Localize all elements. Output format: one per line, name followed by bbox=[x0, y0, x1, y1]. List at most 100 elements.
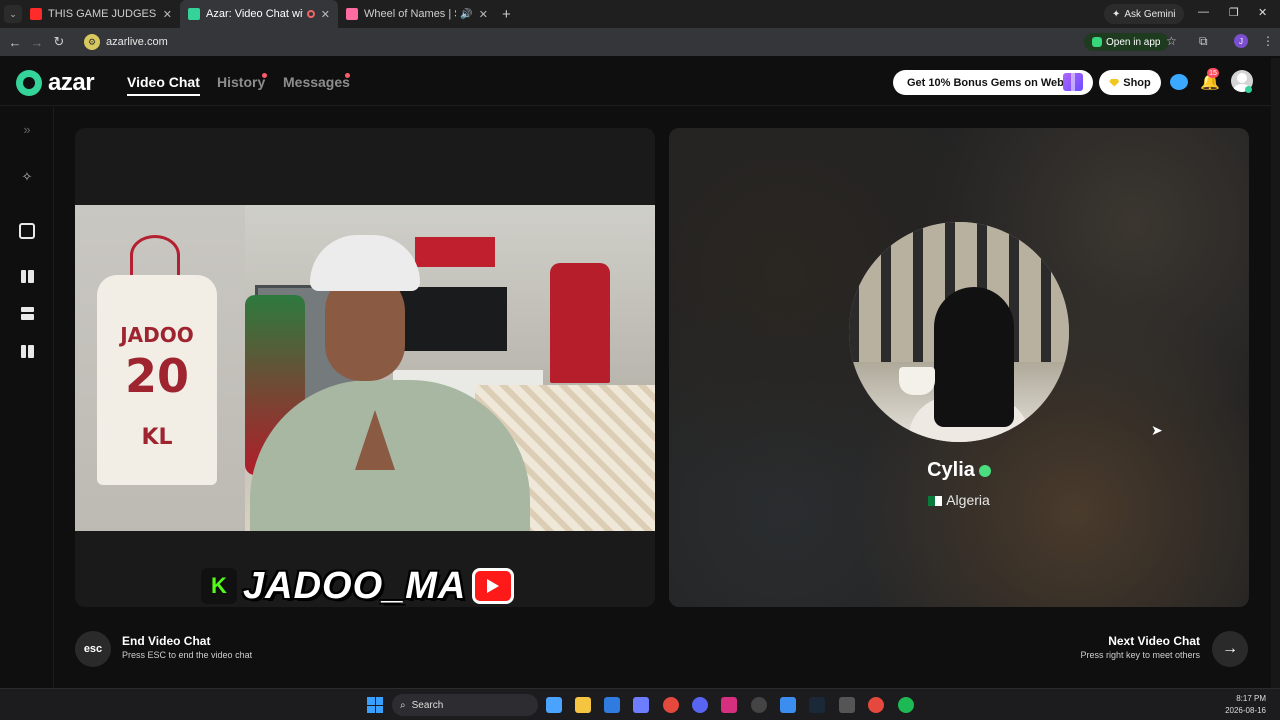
end-video-chat-button[interactable]: esc bbox=[75, 631, 111, 667]
left-sidebar: » ✧ bbox=[0, 107, 54, 688]
gem-icon bbox=[1109, 78, 1120, 87]
outlook-icon[interactable] bbox=[604, 697, 620, 713]
app-icon[interactable] bbox=[780, 697, 796, 713]
browser-menu-icon[interactable]: ⋮ bbox=[1262, 34, 1274, 48]
mouse-cursor-icon: ➤ bbox=[1151, 422, 1163, 438]
close-tab-icon[interactable]: ✕ bbox=[163, 8, 172, 21]
system-clock[interactable]: 8:17 PM 2026-08-16 bbox=[1225, 693, 1266, 717]
bonus-gems-button[interactable]: Get 10% Bonus Gems on Web! bbox=[893, 70, 1093, 95]
browser-tab-azar[interactable]: Azar: Video Chat with New ✕ bbox=[180, 0, 338, 28]
self-camera-feed: JADOO 20 KL bbox=[75, 205, 655, 531]
app-icon bbox=[1092, 37, 1102, 47]
url-text[interactable]: azarlive.com bbox=[106, 36, 168, 48]
taskbar-search[interactable]: ⌕ Search bbox=[392, 694, 538, 716]
nav-messages[interactable]: Messages bbox=[283, 74, 350, 90]
peer-name: Cylia bbox=[927, 459, 975, 481]
windows-taskbar: ⌕ Search 8:17 PM 2026-08-16 bbox=[0, 688, 1280, 720]
notification-count-badge: 15 bbox=[1207, 68, 1219, 78]
algeria-flag-icon bbox=[928, 496, 943, 507]
peer-name-row: Cylia bbox=[669, 459, 1249, 482]
tab-search-dropdown-icon[interactable]: ⌄ bbox=[4, 5, 22, 23]
widgets-icon[interactable] bbox=[546, 697, 562, 713]
nav-video-chat[interactable]: Video Chat bbox=[127, 74, 200, 96]
bonus-gems-label: Get 10% Bonus Gems on Web! bbox=[907, 76, 1068, 89]
verified-badge-icon bbox=[978, 464, 991, 477]
next-video-chat-title[interactable]: Next Video Chat bbox=[1108, 634, 1200, 648]
app-icon[interactable] bbox=[839, 697, 855, 713]
azar-logo[interactable]: azar bbox=[16, 69, 95, 97]
browser-tab-wheel-of-names[interactable]: Wheel of Names | Sélecteur 🔊 ✕ bbox=[338, 0, 496, 28]
nav-history[interactable]: History bbox=[217, 74, 265, 90]
store-icon[interactable] bbox=[633, 697, 649, 713]
extensions-puzzle-icon[interactable]: ⧉ bbox=[1199, 34, 1208, 49]
azar-logo-icon bbox=[16, 70, 42, 96]
magic-wand-icon[interactable]: ✧ bbox=[19, 169, 35, 185]
peer-country-row: Algeria bbox=[669, 492, 1249, 508]
back-arrow-icon[interactable]: ← bbox=[4, 35, 26, 50]
minimize-window-icon[interactable]: — bbox=[1198, 6, 1209, 18]
clock-date: 2026-08-16 bbox=[1225, 706, 1266, 715]
tab-title: Azar: Video Chat with New bbox=[206, 8, 303, 20]
peer-video-panel: Cylia Algeria bbox=[669, 128, 1249, 607]
youtube-favicon-icon bbox=[30, 8, 42, 20]
address-bar[interactable]: ⚙ azarlive.com bbox=[80, 31, 1190, 53]
close-tab-icon[interactable]: ✕ bbox=[321, 8, 330, 21]
steam-icon[interactable] bbox=[809, 697, 825, 713]
right-arrow-icon: → bbox=[1222, 640, 1238, 657]
speaker-icon[interactable]: 🔊 bbox=[460, 9, 472, 20]
jersey-number: 20 bbox=[124, 349, 189, 403]
next-arrow-button[interactable]: → bbox=[1212, 631, 1248, 667]
filter-effect-icon[interactable] bbox=[19, 223, 35, 239]
open-in-app-button[interactable]: Open in app bbox=[1084, 33, 1169, 51]
ask-gemini-button[interactable]: ✦ Ask Gemini bbox=[1104, 4, 1184, 24]
messages-unread-dot bbox=[345, 73, 350, 78]
tab-title: THIS GAME JUDGES YOUR VOICE bbox=[48, 8, 157, 20]
peer-cup bbox=[899, 367, 935, 395]
self-video-panel: JADOO 20 KL K JADOO_MA bbox=[75, 128, 655, 607]
history-unread-dot bbox=[262, 73, 267, 78]
instagram-icon[interactable] bbox=[721, 697, 737, 713]
gemini-sparkle-icon: ✦ bbox=[1112, 8, 1121, 20]
layout-side-by-side-icon[interactable] bbox=[19, 268, 35, 284]
new-tab-plus-icon[interactable]: + bbox=[502, 6, 511, 23]
next-video-chat-hint: Press right key to meet others bbox=[1080, 650, 1200, 660]
hanger bbox=[130, 235, 180, 275]
shop-button[interactable]: Shop bbox=[1099, 70, 1161, 95]
app-header: azar Video Chat History Messages Get 10%… bbox=[0, 58, 1280, 106]
layout-grid-icon[interactable] bbox=[19, 343, 35, 359]
bookmark-star-icon[interactable]: ☆ bbox=[1166, 34, 1177, 48]
chrome-active-icon[interactable] bbox=[868, 697, 884, 713]
streamer-handle: JADOO_MA bbox=[243, 564, 467, 607]
red-jersey bbox=[550, 263, 610, 383]
discord-icon[interactable] bbox=[692, 697, 708, 713]
browser-tab-bar: ⌄ THIS GAME JUDGES YOUR VOICE ✕ Azar: Vi… bbox=[0, 0, 1280, 28]
tab-title: Wheel of Names | Sélecteur bbox=[364, 8, 456, 20]
page-scrollbar[interactable] bbox=[1271, 58, 1280, 688]
youtube-logo-icon bbox=[472, 568, 515, 604]
restore-window-icon[interactable]: ❐ bbox=[1229, 6, 1239, 19]
forward-arrow-icon[interactable]: → bbox=[26, 35, 48, 50]
layout-stacked-icon[interactable] bbox=[19, 305, 35, 321]
site-info-icon[interactable]: ⚙ bbox=[84, 34, 100, 50]
profile-avatar-icon[interactable]: J bbox=[1234, 34, 1248, 48]
peer-hair bbox=[934, 287, 1014, 427]
windows-start-icon[interactable] bbox=[367, 697, 383, 713]
close-window-icon[interactable]: ✕ bbox=[1258, 6, 1267, 19]
end-video-chat-title[interactable]: End Video Chat bbox=[122, 634, 210, 648]
wheel-favicon-icon bbox=[346, 8, 358, 20]
browser-tab-youtube[interactable]: THIS GAME JUDGES YOUR VOICE ✕ bbox=[22, 0, 180, 28]
online-status-dot bbox=[1245, 86, 1252, 93]
jersey: JADOO 20 KL bbox=[97, 275, 217, 485]
spotify-icon[interactable] bbox=[898, 697, 914, 713]
peer-profile-photo bbox=[849, 222, 1069, 442]
open-in-app-label: Open in app bbox=[1106, 36, 1161, 48]
app-icon[interactable] bbox=[751, 697, 767, 713]
close-tab-icon[interactable]: ✕ bbox=[479, 8, 488, 21]
expand-sidebar-icon[interactable]: » bbox=[19, 121, 35, 137]
jersey-name: JADOO bbox=[120, 323, 194, 347]
chrome-icon[interactable] bbox=[663, 697, 679, 713]
logo-text: azar bbox=[48, 69, 95, 96]
file-explorer-icon[interactable] bbox=[575, 697, 591, 713]
chat-bubble-icon[interactable] bbox=[1170, 74, 1188, 90]
reload-icon[interactable]: ↻ bbox=[48, 34, 70, 50]
